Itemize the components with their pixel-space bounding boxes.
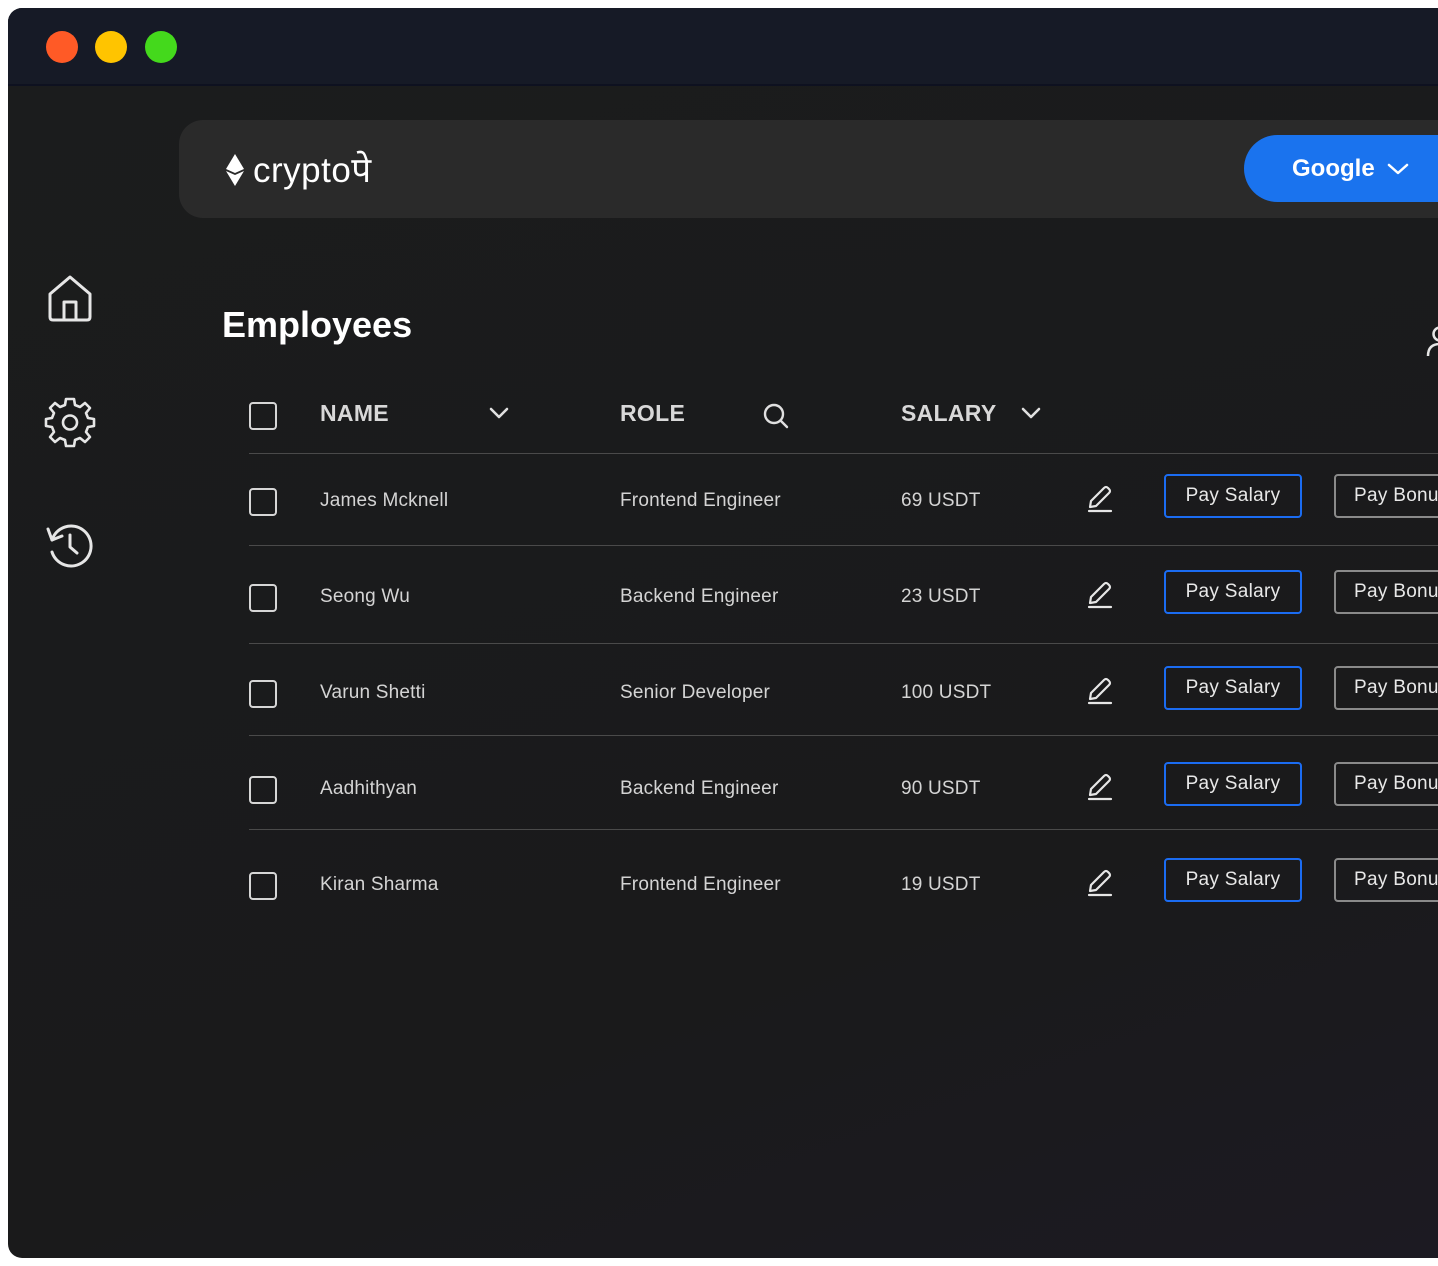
person-icon[interactable] — [1426, 326, 1438, 356]
pay-salary-button[interactable]: Pay Salary — [1164, 570, 1302, 614]
home-icon — [48, 275, 92, 322]
divider — [249, 735, 1438, 736]
search-icon[interactable] — [762, 402, 790, 430]
pay-bonus-button[interactable]: Pay Bonus — [1334, 474, 1438, 518]
row-checkbox[interactable] — [249, 872, 277, 900]
divider — [249, 643, 1438, 644]
chevron-down-icon — [1387, 163, 1408, 174]
account-dropdown-button[interactable]: Google — [1244, 135, 1438, 202]
column-header-role[interactable]: ROLE — [620, 400, 685, 427]
employee-name: Seong Wu — [320, 586, 410, 607]
edit-icon[interactable] — [1086, 869, 1114, 897]
employee-name: Varun Shetti — [320, 682, 426, 703]
employee-salary: 23 USDT — [901, 586, 981, 607]
chevron-down-icon[interactable] — [1020, 406, 1042, 420]
select-all-checkbox[interactable] — [249, 402, 277, 430]
employee-role: Frontend Engineer — [620, 874, 781, 895]
employee-role: Backend Engineer — [620, 778, 779, 799]
table-row: Kiran Sharma Frontend Engineer 19 USDT P… — [8, 838, 1438, 928]
table-row: Varun Shetti Senior Developer 100 USDT P… — [8, 646, 1438, 736]
minimize-window-button[interactable] — [95, 31, 127, 63]
sidebar-item-settings[interactable] — [44, 396, 96, 448]
divider — [249, 829, 1438, 830]
gear-icon — [44, 397, 96, 448]
employee-name: Kiran Sharma — [320, 874, 439, 895]
page-title: Employees — [222, 304, 413, 345]
logo: cryptoपे — [225, 146, 372, 193]
pay-bonus-button[interactable]: Pay Bonus — [1334, 762, 1438, 806]
row-checkbox[interactable] — [249, 584, 277, 612]
account-label: Google — [1292, 154, 1375, 182]
row-checkbox[interactable] — [249, 680, 277, 708]
employee-role: Senior Developer — [620, 682, 771, 703]
pay-salary-button[interactable]: Pay Salary — [1164, 762, 1302, 806]
column-header-name[interactable]: NAME — [320, 400, 389, 427]
title-bar — [8, 8, 1438, 86]
employee-salary: 90 USDT — [901, 778, 981, 799]
sidebar-item-home[interactable] — [44, 272, 96, 324]
top-bar: cryptoपे Google — [179, 120, 1438, 218]
pay-salary-button[interactable]: Pay Salary — [1164, 666, 1302, 710]
edit-icon[interactable] — [1086, 677, 1114, 705]
pay-salary-button[interactable]: Pay Salary — [1164, 474, 1302, 518]
employee-name: James Mcknell — [320, 490, 449, 511]
row-checkbox[interactable] — [249, 488, 277, 516]
divider — [249, 545, 1438, 546]
employee-salary: 100 USDT — [901, 682, 992, 703]
chevron-down-icon[interactable] — [488, 406, 510, 420]
close-window-button[interactable] — [46, 31, 78, 63]
pay-bonus-button[interactable]: Pay Bonus — [1334, 570, 1438, 614]
pay-bonus-button[interactable]: Pay Bonus — [1334, 666, 1438, 710]
table-row: Seong Wu Backend Engineer 23 USDT Pay Sa… — [8, 550, 1438, 640]
row-checkbox[interactable] — [249, 776, 277, 804]
table-row: James Mcknell Frontend Engineer 69 USDT … — [8, 454, 1438, 544]
employee-role: Backend Engineer — [620, 586, 779, 607]
edit-icon[interactable] — [1086, 773, 1114, 801]
app-window: cryptoपे Google Employees NAME ROLE SALA… — [8, 8, 1438, 1258]
column-header-salary[interactable]: SALARY — [901, 400, 997, 427]
pay-salary-button[interactable]: Pay Salary — [1164, 858, 1302, 902]
maximize-window-button[interactable] — [145, 31, 177, 63]
employee-role: Frontend Engineer — [620, 490, 781, 511]
edit-icon[interactable] — [1086, 485, 1114, 513]
table-row: Aadhithyan Backend Engineer 90 USDT Pay … — [8, 742, 1438, 832]
employee-salary: 19 USDT — [901, 874, 981, 895]
employee-salary: 69 USDT — [901, 490, 981, 511]
employee-name: Aadhithyan — [320, 778, 418, 799]
logo-text: cryptoपे — [253, 151, 372, 190]
pay-bonus-button[interactable]: Pay Bonus — [1334, 858, 1438, 902]
edit-icon[interactable] — [1086, 581, 1114, 609]
ethereum-icon — [226, 153, 244, 186]
